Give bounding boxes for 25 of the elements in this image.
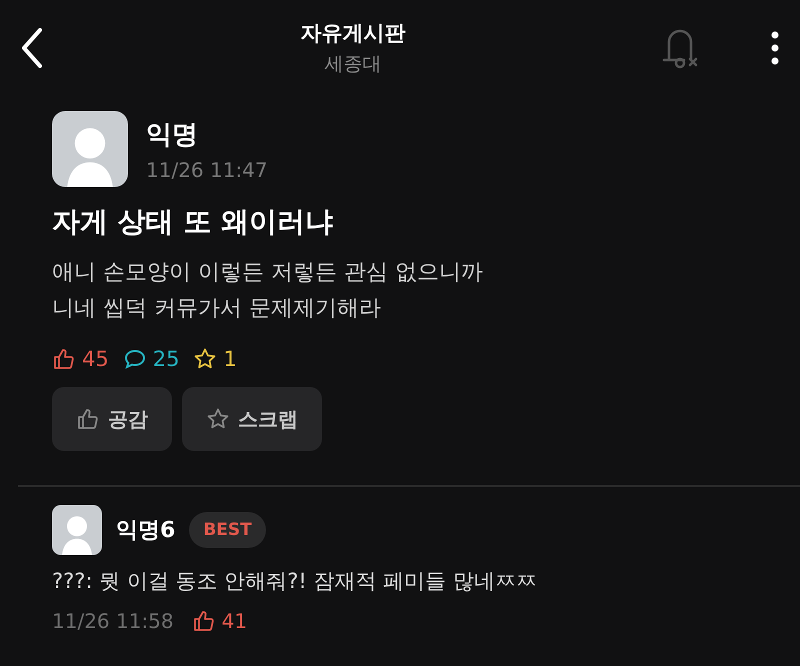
scrap-button[interactable]: 스크랩 (182, 387, 322, 451)
comment-count: 25 (152, 347, 180, 371)
comment-text: ???: 뭣 이걸 동조 안해줘?! 잠재적 페미들 많네ㅉㅉ (52, 568, 538, 595)
avatar-icon (52, 111, 128, 187)
star-icon (206, 407, 230, 431)
post-body: 애니 손모양이 이렇든 저렇든 관심 없으니까 니네 씹덕 커뮤가서 문제제기해라 (52, 259, 484, 323)
board-title: 자유게시판 (300, 20, 406, 46)
scrap-count: 1 (223, 347, 237, 371)
post-time: 11/26 11:47 (146, 158, 268, 182)
thumbs-up-icon (76, 407, 100, 431)
star-icon (193, 347, 218, 371)
best-badge: BEST (189, 512, 266, 548)
like-button[interactable]: 공감 (52, 387, 172, 451)
thumbs-up-icon (192, 609, 216, 633)
thumbs-up-icon (52, 347, 76, 371)
post-title: 자게 상태 또 왜이러냐 (52, 204, 334, 240)
comment-like-count: 41 (222, 609, 248, 633)
author-name: 익명 (146, 118, 199, 152)
school-name: 세종대 (324, 52, 382, 76)
speech-bubble-icon (122, 347, 147, 371)
avatar-icon (52, 505, 102, 555)
like-count: 45 (82, 347, 109, 371)
more-icon[interactable] (770, 30, 780, 66)
comment-time: 11/26 11:58 (52, 609, 174, 633)
commenter-name: 익명6 (116, 517, 176, 545)
